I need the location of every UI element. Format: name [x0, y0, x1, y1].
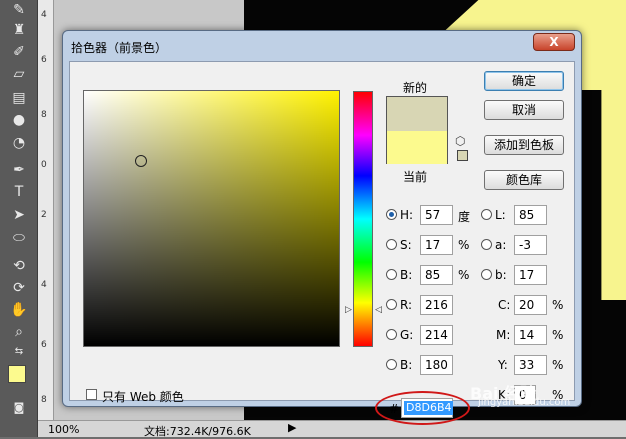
red-radio[interactable]: [386, 299, 397, 310]
lab-l-label: L:: [495, 208, 506, 222]
slider-arrow-right-icon[interactable]: ◁: [375, 305, 382, 315]
saturation-radio[interactable]: [386, 239, 397, 250]
color-picker-dialog: 拾色器（前景色） X ▷ ◁ 新的 当前 ⬡ 确定 取消 添加到色板 颜色库 H…: [62, 30, 582, 425]
web-safe-swatch[interactable]: [457, 150, 468, 161]
new-color-swatch: [387, 97, 447, 131]
hand-icon[interactable]: ✋: [9, 300, 29, 320]
lab-a-radio[interactable]: [481, 239, 492, 250]
foreground-color-swatch[interactable]: [8, 365, 26, 383]
color-field[interactable]: [83, 90, 340, 347]
zoom-icon[interactable]: ⌕: [9, 322, 29, 342]
magenta-unit: %: [552, 328, 564, 342]
green-input[interactable]: 214: [420, 325, 453, 345]
history-brush-icon[interactable]: ✐: [9, 42, 29, 62]
status-bar: 100% 文档:732.4K/976.6K ▶: [38, 420, 626, 438]
color-preview: [386, 96, 448, 164]
web-colors-checkbox[interactable]: [86, 389, 97, 400]
cyan-input[interactable]: 20: [514, 295, 547, 315]
ruler-label: 0: [41, 160, 47, 170]
watermark-url: jingyan.baidu.com: [478, 397, 571, 408]
magenta-input[interactable]: 14: [514, 325, 547, 345]
quick-mask-icon[interactable]: ◙: [9, 398, 29, 418]
cancel-button[interactable]: 取消: [484, 100, 564, 120]
blue-input[interactable]: 180: [420, 355, 453, 375]
dodge-icon[interactable]: ◔: [9, 133, 29, 153]
lab-b-input[interactable]: 17: [514, 265, 547, 285]
3d-rotate-icon[interactable]: ⟲: [9, 256, 29, 276]
hue-label: H:: [400, 208, 414, 222]
type-icon[interactable]: T: [9, 182, 29, 202]
dialog-title: 拾色器（前景色）: [71, 41, 168, 55]
swap-colors-icon[interactable]: ⇆: [9, 342, 29, 362]
path-select-icon[interactable]: ➤: [9, 205, 29, 225]
ruler-label: 6: [41, 340, 47, 350]
hue-unit: 度: [458, 210, 471, 224]
ellipse-icon[interactable]: ⬭: [9, 228, 29, 248]
brightness-input[interactable]: 85: [420, 265, 453, 285]
ruler-label: 8: [41, 110, 47, 120]
highlight-circle: [375, 391, 470, 425]
saturation-input[interactable]: 17: [420, 235, 453, 255]
lab-l-input[interactable]: 85: [514, 205, 547, 225]
ok-button[interactable]: 确定: [484, 71, 564, 91]
current-color-swatch[interactable]: [387, 131, 447, 164]
blur-icon[interactable]: ●: [9, 110, 29, 130]
hue-radio[interactable]: [386, 209, 397, 220]
lab-l-radio[interactable]: [481, 209, 492, 220]
zoom-level[interactable]: 100%: [48, 423, 79, 436]
yellow-input[interactable]: 33: [514, 355, 547, 375]
close-button[interactable]: X: [533, 33, 575, 51]
lab-a-input[interactable]: -3: [514, 235, 547, 255]
tools-panel: ✎ ♜ ✐ ▱ ▤ ● ◔ ✒ T ➤ ⬭ ⟲ ⟳ ✋ ⌕ ⇆ ◙: [0, 0, 38, 437]
3d-orbit-icon[interactable]: ⟳: [9, 278, 29, 298]
color-field-cursor-icon[interactable]: [135, 155, 147, 167]
gradient-icon[interactable]: ▤: [9, 88, 29, 108]
cyan-unit: %: [552, 298, 564, 312]
magenta-label: M:: [496, 328, 511, 342]
brightness-unit: %: [458, 268, 470, 282]
red-label: R:: [400, 298, 413, 312]
yellow-label: Y:: [498, 358, 508, 372]
hue-slider[interactable]: [353, 91, 373, 347]
red-input[interactable]: 216: [420, 295, 453, 315]
new-color-label: 新的: [403, 81, 428, 95]
brightness-radio[interactable]: [386, 269, 397, 280]
dialog-titlebar[interactable]: 拾色器（前景色） X: [63, 31, 581, 59]
brush-icon[interactable]: ✎: [9, 0, 29, 20]
yellow-unit: %: [552, 358, 564, 372]
color-libraries-button[interactable]: 颜色库: [484, 170, 564, 190]
ruler-label: 2: [41, 210, 47, 220]
blue-label: B:: [400, 358, 413, 372]
green-radio[interactable]: [386, 329, 397, 340]
brightness-label: B:: [400, 268, 413, 282]
add-to-swatches-button[interactable]: 添加到色板: [484, 135, 564, 155]
current-color-label: 当前: [403, 170, 428, 184]
ruler-label: 4: [41, 280, 47, 290]
lab-b-label: b:: [495, 268, 507, 282]
hue-input[interactable]: 57: [420, 205, 453, 225]
stamp-icon[interactable]: ♜: [9, 20, 29, 40]
web-colors-label: 只有 Web 颜色: [102, 390, 184, 404]
saturation-unit: %: [458, 238, 470, 252]
eraser-icon[interactable]: ▱: [9, 64, 29, 84]
ruler-label: 6: [41, 55, 47, 65]
blue-radio[interactable]: [386, 359, 397, 370]
status-menu-arrow-icon[interactable]: ▶: [288, 421, 296, 434]
cyan-label: C:: [498, 298, 511, 312]
saturation-label: S:: [400, 238, 412, 252]
out-of-gamut-cube-icon[interactable]: ⬡: [455, 134, 465, 148]
ruler-label: 8: [41, 395, 47, 405]
pen-icon[interactable]: ✒: [9, 160, 29, 180]
lab-a-label: a:: [495, 238, 507, 252]
vertical-ruler: 4 6 8 0 2 4 6 8: [38, 0, 54, 420]
lab-b-radio[interactable]: [481, 269, 492, 280]
ruler-label: 4: [41, 10, 47, 20]
slider-arrow-left-icon[interactable]: ▷: [345, 305, 352, 315]
green-label: G:: [400, 328, 414, 342]
dialog-body: ▷ ◁ 新的 当前 ⬡ 确定 取消 添加到色板 颜色库 H: 57 度 S: 1…: [69, 61, 575, 425]
